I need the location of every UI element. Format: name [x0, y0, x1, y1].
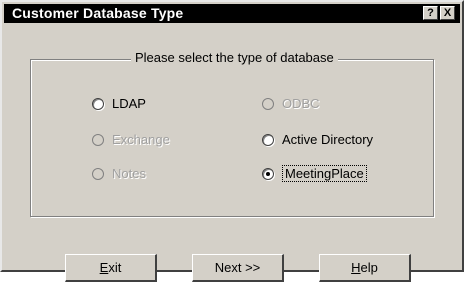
- radio-button-circle: [262, 97, 274, 110]
- radio-selected-dot: [266, 171, 270, 176]
- radio-active-directory[interactable]: Active Directory: [262, 132, 373, 147]
- radio-exchange-label: Exchange: [112, 132, 170, 147]
- database-type-groupbox: [30, 59, 434, 217]
- radio-exchange[interactable]: Exchange: [92, 132, 170, 147]
- next-button[interactable]: Next >>: [192, 254, 284, 282]
- next-label: Next >>: [214, 260, 261, 275]
- exit-label-rest: xit: [108, 260, 122, 275]
- radio-button-circle: [92, 97, 104, 110]
- help-button[interactable]: ?: [423, 6, 438, 20]
- window-title: Customer Database Type: [12, 5, 184, 21]
- help-dialog-button[interactable]: Help: [319, 254, 411, 282]
- groupbox-legend: Please select the type of database: [131, 50, 338, 65]
- exit-button[interactable]: Exit: [65, 254, 157, 282]
- help-mnemonic: H: [351, 260, 361, 275]
- title-bar: Customer Database Type ? X: [4, 4, 460, 23]
- radio-notes[interactable]: Notes: [92, 166, 146, 181]
- radio-active-directory-label: Active Directory: [282, 132, 374, 147]
- radio-meetingplace[interactable]: MeetingPlace: [262, 165, 367, 182]
- radio-button-circle: [92, 133, 104, 146]
- radio-odbc[interactable]: ODBC: [262, 96, 320, 111]
- radio-notes-label: Notes: [112, 166, 146, 181]
- close-button[interactable]: X: [440, 6, 455, 20]
- radio-ldap[interactable]: LDAP: [92, 96, 146, 111]
- radio-odbc-label: ODBC: [282, 96, 320, 111]
- radio-button-circle: [262, 133, 274, 146]
- radio-meetingplace-label: MeetingPlace: [282, 165, 367, 182]
- radio-button-circle: [92, 167, 104, 180]
- exit-mnemonic: E: [99, 260, 109, 275]
- radio-ldap-label: LDAP: [112, 96, 146, 111]
- help-label-rest: elp: [360, 260, 378, 275]
- radio-button-circle: [262, 167, 274, 180]
